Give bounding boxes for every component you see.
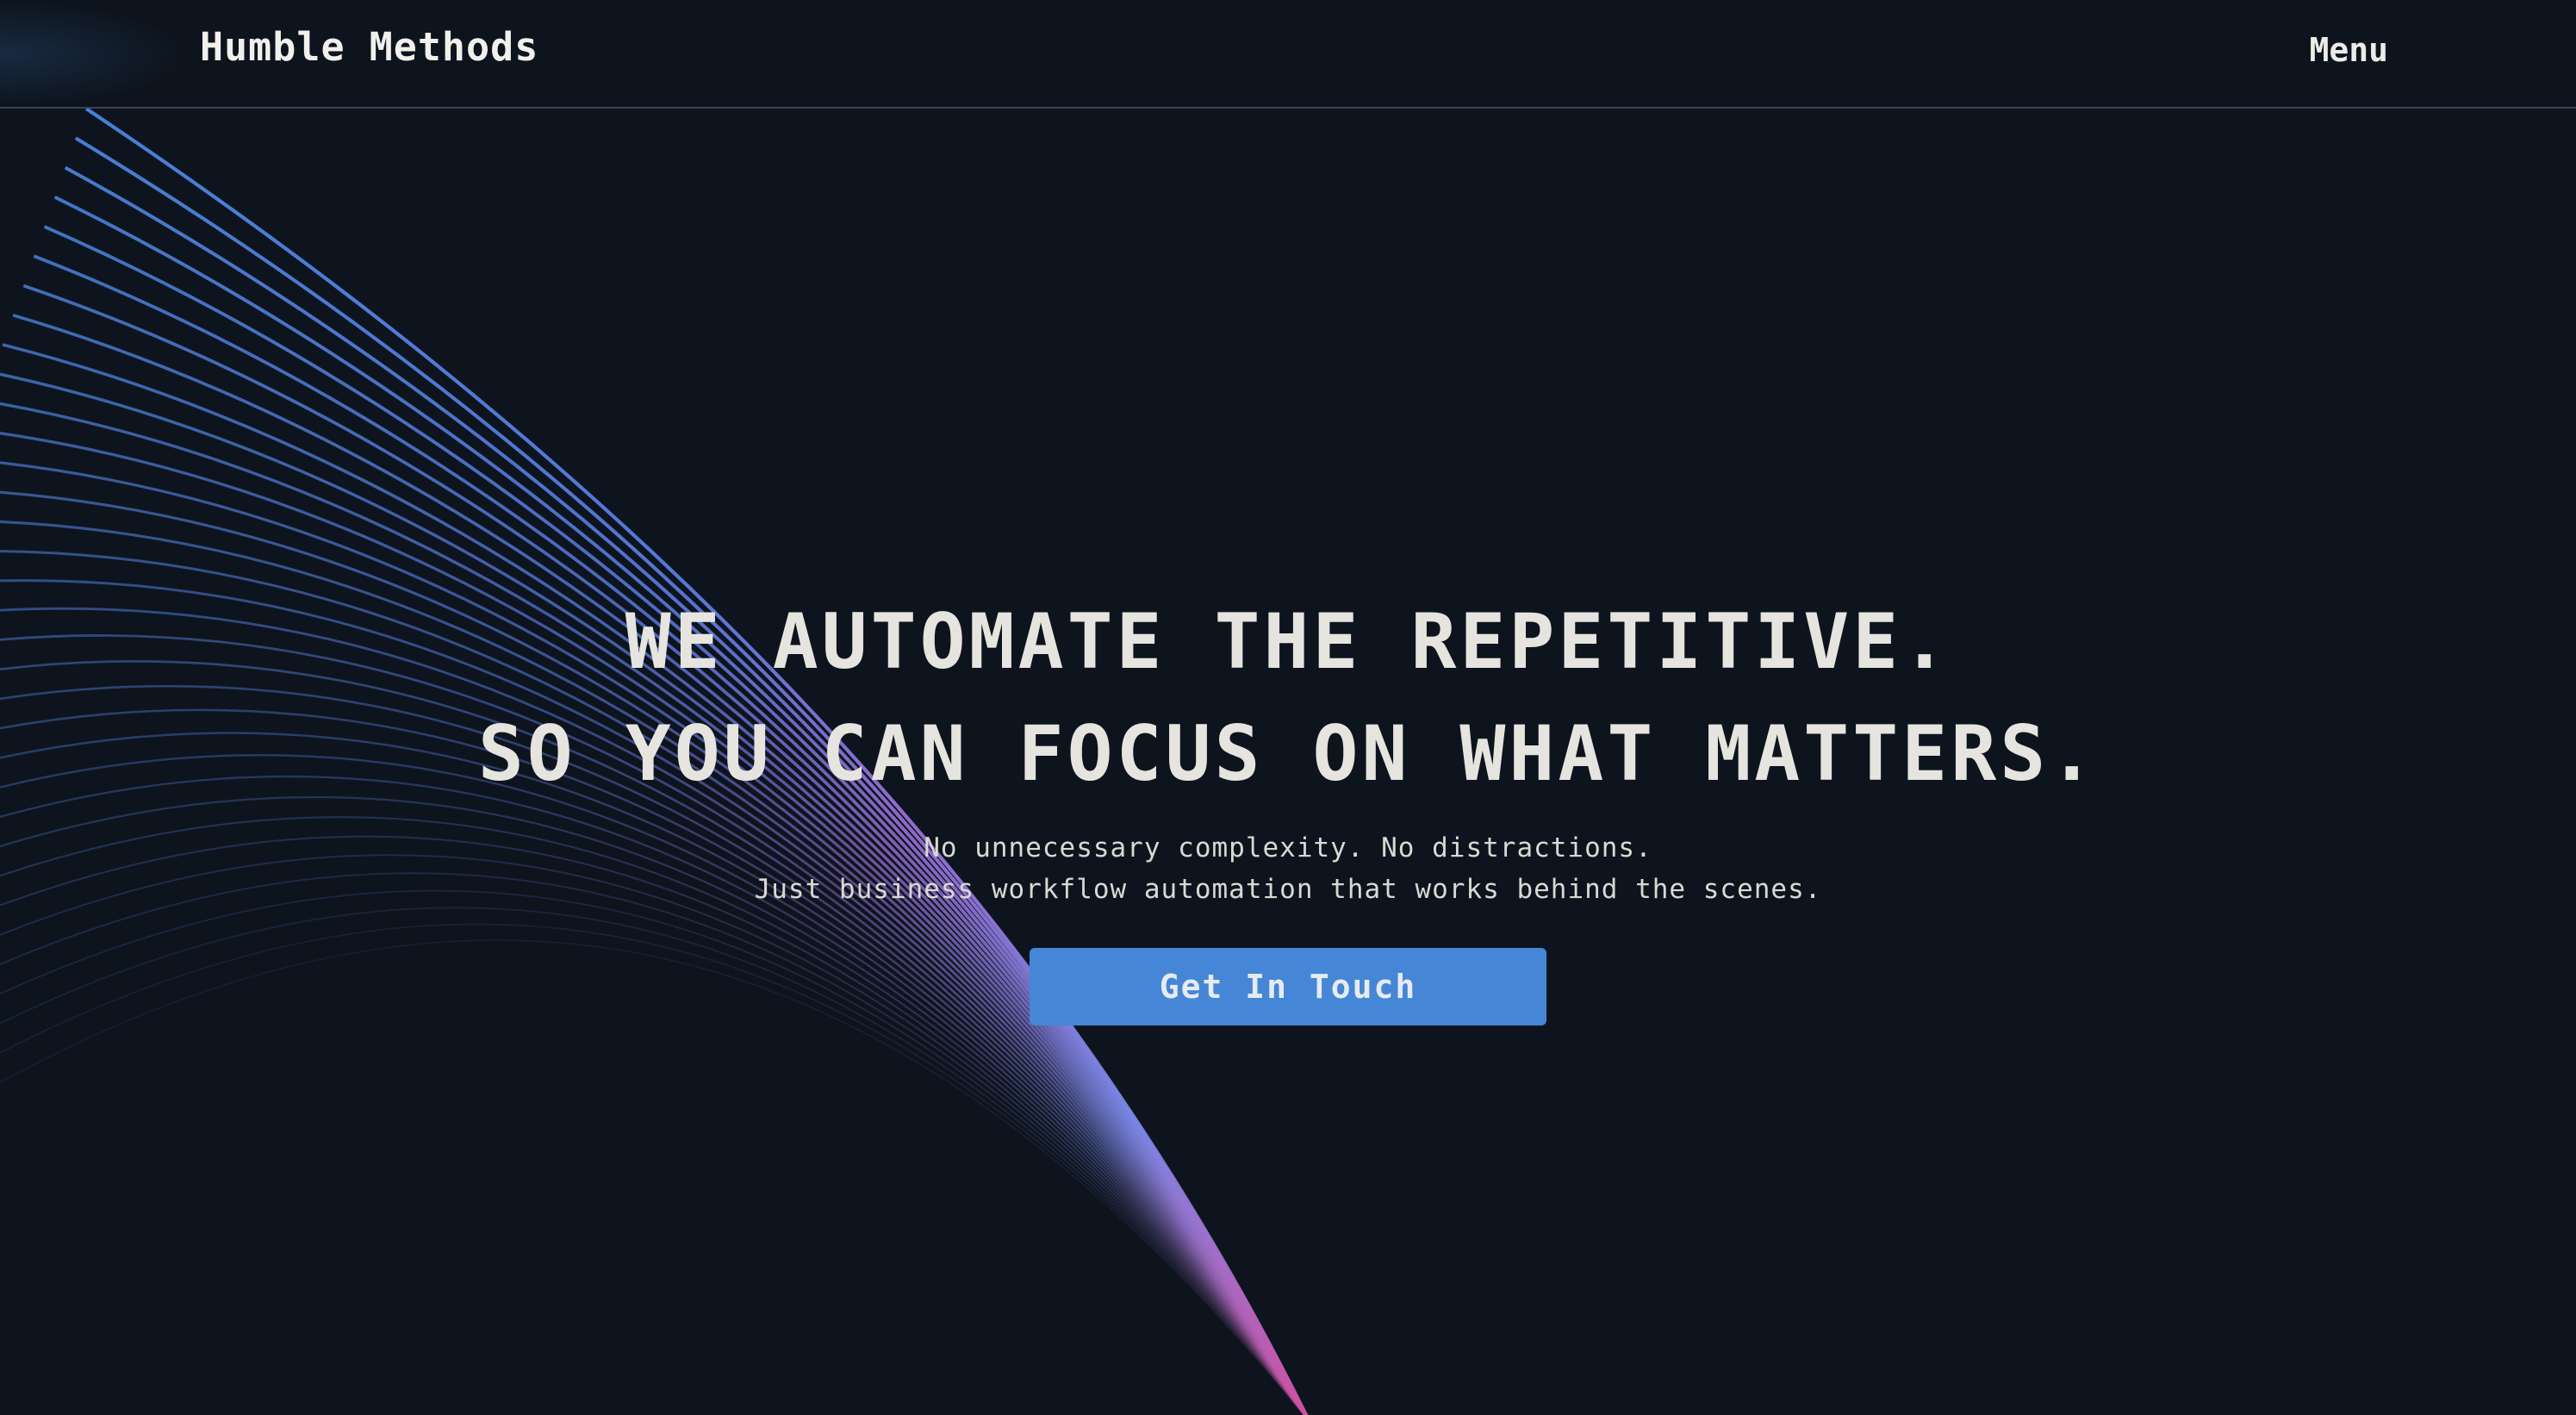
headline-line-2: SO YOU CAN FOCUS ON WHAT MATTERS. [477, 709, 2099, 798]
menu-button[interactable]: Menu [2309, 31, 2388, 69]
hero-headline: WE AUTOMATE THE REPETITIVE. SO YOU CAN F… [0, 586, 2576, 810]
headline-line-1: WE AUTOMATE THE REPETITIVE. [625, 597, 1951, 686]
top-nav: Humble Methods Menu [0, 0, 2576, 109]
hero-section: WE AUTOMATE THE REPETITIVE. SO YOU CAN F… [0, 586, 2576, 1025]
subtext-line-1: No unnecessary complexity. No distractio… [924, 832, 1652, 863]
hero-subtext: No unnecessary complexity. No distractio… [0, 827, 2576, 910]
subtext-line-2: Just business workflow automation that w… [754, 874, 1822, 905]
brand-logo[interactable]: Humble Methods [200, 24, 538, 70]
get-in-touch-button[interactable]: Get In Touch [1030, 948, 1546, 1025]
